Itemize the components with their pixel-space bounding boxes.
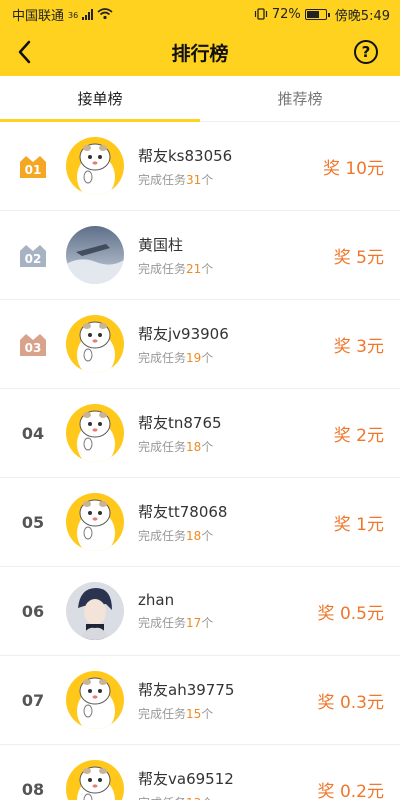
ranking-list: 01 帮友ks83056 完成任务31个 奖 10元 02 黄国柱 完成任务21… [0,122,400,800]
avatar [66,760,124,800]
task-count-suffix: 个 [201,528,214,543]
avatar [66,226,124,284]
avatar [66,137,124,195]
task-count: 18 [186,439,202,454]
rank-number: 05 [21,512,45,532]
reward-amount: 奖 0.5元 [317,603,384,624]
chevron-left-icon [18,40,31,64]
carrier-label: 中国联通 [12,8,65,24]
rank-number: 03 [25,341,42,355]
rank-badge: 07 [0,691,66,710]
task-count: 13 [186,796,201,800]
avatar-image [66,404,124,462]
avatar-image [66,137,124,195]
wifi-icon [97,8,113,20]
task-count-suffix: 个 [201,796,213,800]
tab-referrals-label: 推荐榜 [277,90,323,108]
reward-amount: 奖 0.3元 [317,692,384,713]
avatar-image [66,315,124,373]
avatar [66,404,124,462]
nav-bar: 排行榜 ? [0,28,400,76]
task-count-prefix: 完成任务 [138,172,187,187]
rank-number: 07 [21,690,45,710]
task-count-suffix: 个 [201,439,214,454]
task-count-suffix: 个 [201,616,214,630]
task-count-prefix: 完成任务 [138,261,187,276]
task-count-suffix: 个 [201,261,214,276]
avatar-image [66,493,124,551]
avatar [66,493,124,551]
rank-badge: 08 [0,780,66,799]
battery-icon [304,8,330,20]
signal-icon [82,8,94,20]
status-bar: 中国联通 36 72% 傍晚5:49 [0,0,400,28]
list-item[interactable]: 06 zhan 完成任务17个 奖 0.5元 [0,567,400,656]
vibrate-icon [254,8,267,20]
list-item[interactable]: 04 帮友tn8765 完成任务18个 奖 2元 [0,389,400,478]
task-count-suffix: 个 [201,172,214,187]
silver-medal-icon: 02 [20,245,46,267]
rank-number: 02 [25,252,42,266]
rank-badge: 02 [0,241,66,269]
tab-bar: 接单榜 推荐榜 [0,76,400,122]
rank-number: 01 [25,163,42,177]
bronze-medal-icon: 03 [20,334,46,356]
reward-amount: 奖 1元 [333,514,384,535]
list-item[interactable]: 08 帮友va69512 完成任务13个 奖 0.2元 [0,745,400,800]
task-count-prefix: 完成任务 [138,616,187,630]
list-item[interactable]: 05 帮友tt78068 完成任务18个 奖 1元 [0,478,400,567]
help-button[interactable]: ? [354,40,378,64]
list-item[interactable]: 01 帮友ks83056 完成任务31个 奖 10元 [0,122,400,211]
avatar [66,582,124,640]
reward-amount: 奖 5元 [333,247,384,268]
back-button[interactable] [10,38,38,66]
list-item[interactable]: 03 帮友jv93906 完成任务19个 奖 3元 [0,300,400,389]
task-count-prefix: 完成任务 [138,796,186,800]
gold-medal-icon: 01 [20,156,46,178]
battery-percent: 72% [271,6,301,22]
network-label: 36 [68,10,79,20]
rank-number: 06 [21,601,45,621]
task-count-prefix: 完成任务 [138,350,187,365]
task-count: 17 [186,616,202,630]
avatar-image [66,582,124,640]
reward-amount: 奖 3元 [333,336,384,357]
task-count: 15 [186,706,202,721]
reward-amount: 奖 10元 [322,158,384,179]
avatar-image [66,226,124,284]
task-count: 21 [186,261,202,276]
avatar-image [66,760,124,800]
task-count-prefix: 完成任务 [138,439,187,454]
tab-orders[interactable]: 接单榜 [0,76,200,122]
avatar [66,315,124,373]
rank-badge: 06 [0,602,66,621]
task-count-suffix: 个 [201,706,214,721]
list-item[interactable]: 07 帮友ah39775 完成任务15个 奖 0.3元 [0,656,400,745]
task-count-suffix: 个 [201,350,214,365]
reward-amount: 奖 2元 [333,425,384,446]
help-circle-icon: ? [361,43,371,61]
rank-number: 04 [21,423,45,443]
rank-badge: 03 [0,330,66,358]
avatar [66,671,124,729]
avatar-image [66,671,124,729]
page-title: 排行榜 [171,42,229,65]
reward-amount: 奖 0.2元 [317,781,384,800]
task-count: 18 [186,528,202,543]
task-count-prefix: 完成任务 [138,706,187,721]
tab-orders-label: 接单榜 [77,90,123,108]
task-count: 31 [186,172,202,187]
list-item[interactable]: 02 黄国柱 完成任务21个 奖 5元 [0,211,400,300]
rank-badge: 01 [0,152,66,180]
task-count-prefix: 完成任务 [138,528,187,543]
tab-referrals[interactable]: 推荐榜 [200,76,400,121]
task-count: 19 [186,350,202,365]
rank-number: 08 [21,779,45,799]
clock: 傍晚5:49 [334,8,390,24]
rank-badge: 05 [0,513,66,532]
rank-badge: 04 [0,424,66,443]
